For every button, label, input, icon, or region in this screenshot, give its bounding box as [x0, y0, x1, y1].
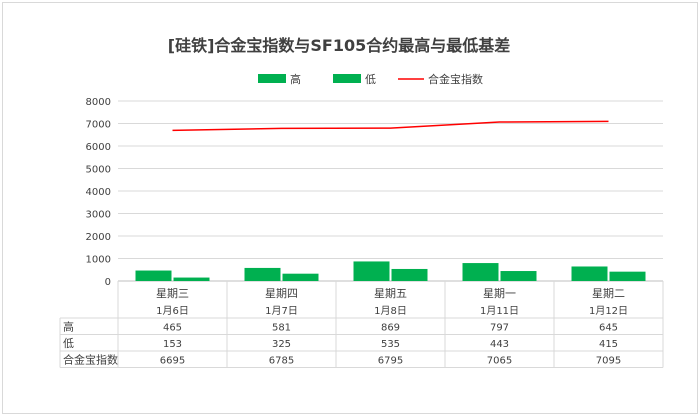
category-weekday: 星期四 — [265, 287, 298, 300]
table-cell: 7065 — [487, 355, 512, 366]
category-date: 1月12日 — [589, 305, 628, 317]
y-tick-label: 8000 — [86, 97, 111, 108]
category-date: 1月6日 — [156, 305, 189, 317]
legend-label: 高 — [290, 72, 301, 86]
y-tick-label: 1000 — [86, 255, 111, 266]
category-weekday: 星期五 — [374, 287, 407, 300]
chart-title: [硅铁]合金宝指数与SF105合约最高与最低基差 — [168, 36, 510, 55]
table-cell: 6785 — [269, 355, 294, 366]
bar-低 — [282, 273, 319, 281]
table-cell: 6795 — [378, 355, 403, 366]
table-cell: 645 — [599, 322, 618, 333]
y-tick-label: 5000 — [86, 165, 111, 176]
y-tick-label: 7000 — [86, 120, 111, 131]
bar-低 — [609, 271, 646, 281]
table-cell: 7095 — [596, 355, 621, 366]
line-合金宝指数 — [172, 120, 609, 132]
legend-swatch — [258, 74, 286, 83]
y-tick-label: 6000 — [86, 142, 111, 153]
table-row-label: 低 — [63, 337, 74, 350]
y-tick-label: 4000 — [86, 187, 111, 198]
bar-低 — [173, 277, 210, 281]
table-cell: 325 — [272, 339, 291, 350]
data-table: 星期三 1月6日 星期四 1月7日 星期五 1月8日 星期一 1月11日 星期二 1月12日高 46… — [59, 281, 664, 368]
index-line — [172, 120, 609, 132]
bars — [135, 261, 646, 281]
category-date: 1月8日 — [374, 305, 407, 317]
table-row-label: 高 — [63, 319, 74, 333]
category-weekday: 星期一 — [483, 287, 516, 300]
category-date: 1月7日 — [265, 305, 298, 317]
y-tick-label: 0 — [105, 277, 111, 288]
table-cell: 797 — [490, 322, 509, 333]
bar-高 — [571, 266, 608, 281]
chart-frame: [硅铁]合金宝指数与SF105合约最高与最低基差 高低合金宝指数 0 1000 20… — [2, 2, 698, 414]
legend-label: 低 — [365, 73, 376, 86]
category-weekday: 星期二 — [592, 287, 625, 300]
legend: 高 低 合金宝指数 — [258, 72, 483, 86]
table-cell: 6695 — [160, 355, 185, 366]
y-tick-label: 3000 — [86, 210, 111, 221]
legend-swatch — [333, 74, 361, 83]
legend-label: 合金宝指数 — [428, 72, 483, 86]
table-row-label: 合金宝指数 — [63, 352, 118, 366]
table-cell: 153 — [163, 339, 182, 350]
table-cell: 415 — [599, 339, 618, 350]
y-axis: 0 1000 2000 3000 4000 5000 6000 7000 8000 — [86, 97, 111, 288]
chart-canvas: [硅铁]合金宝指数与SF105合约最高与最低基差 高低合金宝指数 0100020… — [59, 36, 664, 368]
table-cell: 869 — [381, 322, 400, 333]
bar-低 — [500, 271, 537, 281]
y-tick-label: 2000 — [86, 232, 111, 243]
table-cell: 443 — [490, 339, 509, 350]
bar-高 — [462, 263, 499, 281]
table-cell: 581 — [272, 322, 291, 333]
bar-低 — [391, 268, 428, 281]
category-weekday: 星期三 — [156, 287, 189, 300]
bar-高 — [244, 267, 281, 281]
bar-高 — [353, 261, 390, 281]
category-date: 1月11日 — [480, 305, 519, 317]
bar-高 — [135, 270, 172, 281]
table-cell: 465 — [163, 322, 182, 333]
table-cell: 535 — [381, 339, 400, 350]
